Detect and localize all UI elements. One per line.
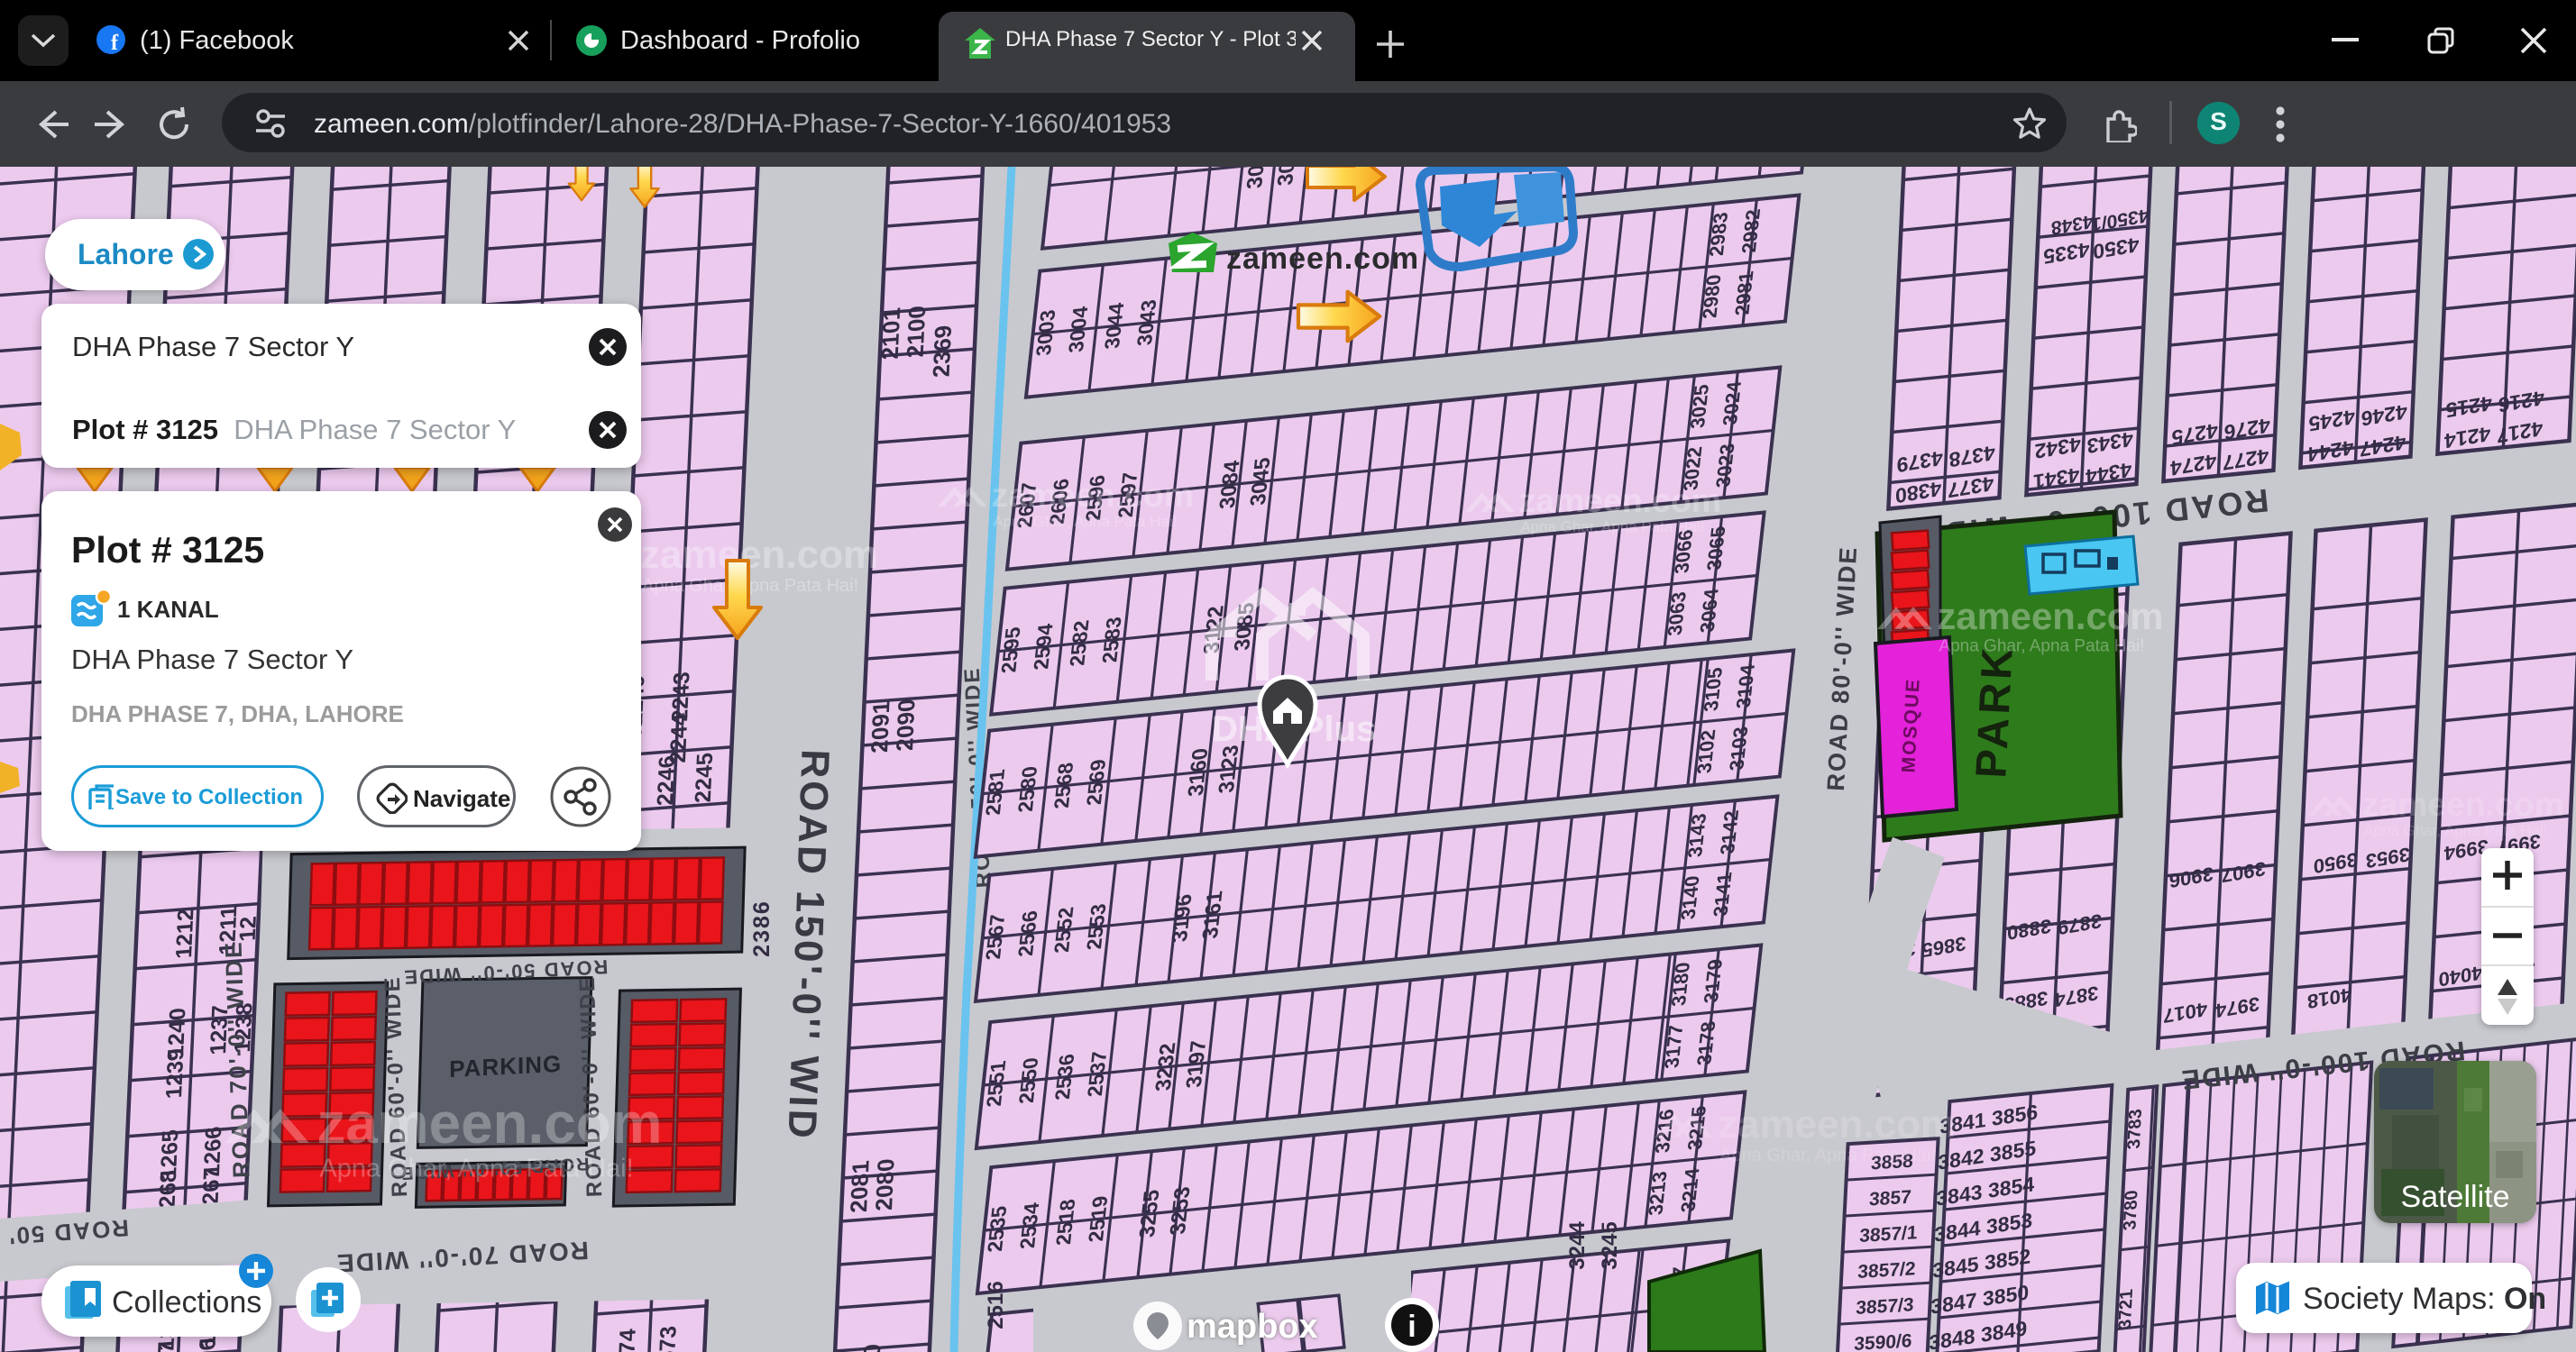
svg-text:2245: 2245 bbox=[691, 752, 718, 804]
svg-text:3780: 3780 bbox=[2120, 1189, 2141, 1231]
svg-text:zameen.com: zameen.com bbox=[1718, 1102, 1956, 1146]
svg-text:zameen.com: zameen.com bbox=[992, 476, 1194, 514]
svg-text:2080: 2080 bbox=[870, 1157, 900, 1211]
svg-text:2369: 2369 bbox=[928, 324, 958, 379]
svg-text:2246: 2246 bbox=[653, 754, 680, 807]
svg-text:i: i bbox=[1407, 1310, 1416, 1344]
svg-text:12: 12 bbox=[235, 916, 261, 943]
svg-text:1574: 1574 bbox=[613, 1328, 640, 1352]
svg-text:zameen.com: zameen.com bbox=[1938, 595, 2164, 637]
svg-text:Apna Ghar, Apna Pata Hai!: Apna Ghar, Apna Pata Hai! bbox=[642, 576, 858, 596]
svg-text:2090: 2090 bbox=[891, 698, 921, 752]
svg-text:1212: 1212 bbox=[171, 908, 198, 960]
svg-text:1573: 1573 bbox=[654, 1325, 681, 1352]
svg-text:3244: 3244 bbox=[1565, 1221, 1590, 1270]
svg-text:2386: 2386 bbox=[749, 900, 775, 957]
svg-text:3590/6: 3590/6 bbox=[1854, 1330, 1912, 1352]
svg-text:Apna Ghar, Apna Pata Hai!: Apna Ghar, Apna Pata Hai! bbox=[1939, 637, 2144, 656]
svg-text:2100: 2100 bbox=[902, 305, 931, 359]
svg-text:mapbox: mapbox bbox=[1187, 1308, 1318, 1346]
svg-text:Satellite: Satellite bbox=[2401, 1180, 2510, 1214]
svg-text:3245: 3245 bbox=[1598, 1221, 1622, 1269]
svg-text:Apna Ghar, Apna Pata Hai!: Apna Ghar, Apna Pata Hai! bbox=[1520, 518, 1704, 535]
svg-text:Apna Ghar, Apna Pata Hai!: Apna Ghar, Apna Pata Hai! bbox=[2363, 822, 2547, 839]
svg-text:f: f bbox=[111, 32, 119, 55]
svg-text:3857/2: 3857/2 bbox=[1857, 1258, 1916, 1283]
svg-text:PARKING: PARKING bbox=[449, 1050, 562, 1083]
svg-text:zameen.com: zameen.com bbox=[640, 533, 878, 577]
svg-text:Apna Ghar, Apna Pata Hai!: Apna Ghar, Apna Pata Hai! bbox=[1719, 1146, 1936, 1165]
svg-text:3783: 3783 bbox=[2124, 1108, 2146, 1150]
svg-text:1307: 1307 bbox=[151, 1340, 179, 1352]
svg-text:Apna Ghar, Apna Pata Hai!: Apna Ghar, Apna Pata Hai! bbox=[319, 1155, 633, 1183]
svg-text:PARK: PARK bbox=[1967, 644, 2022, 780]
svg-text:3857/3: 3857/3 bbox=[1856, 1294, 1914, 1319]
svg-text:zameen.com: zameen.com bbox=[317, 1091, 663, 1156]
svg-text:zameen.com: zameen.com bbox=[1226, 242, 1419, 276]
svg-text:zameen.com: zameen.com bbox=[2362, 785, 2564, 823]
svg-text:Apna Ghar, Apna Pata Hai!: Apna Ghar, Apna Pata Hai! bbox=[993, 513, 1177, 530]
svg-text:3857/1: 3857/1 bbox=[1859, 1222, 1919, 1247]
svg-text:3857: 3857 bbox=[1869, 1187, 1912, 1210]
svg-text:3721: 3721 bbox=[2115, 1288, 2137, 1330]
svg-text:zameen.com: zameen.com bbox=[1519, 481, 1721, 519]
svg-text:1306: 1306 bbox=[193, 1337, 220, 1352]
svg-text:2516: 2516 bbox=[984, 1281, 1008, 1329]
svg-text:1239: 1239 bbox=[161, 1047, 188, 1100]
